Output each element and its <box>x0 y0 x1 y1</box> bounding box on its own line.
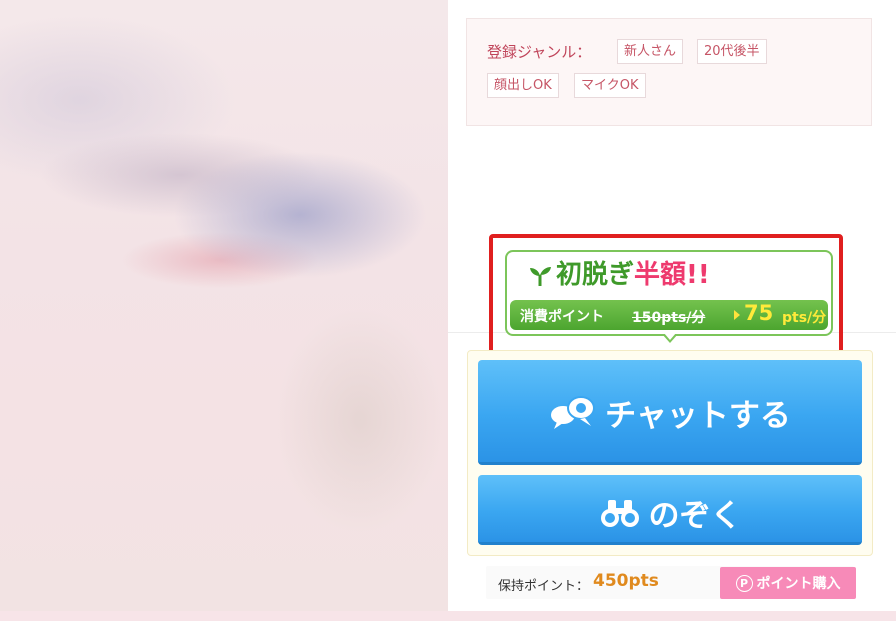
points-p-icon: P <box>735 574 753 592</box>
promo-highlight-outline <box>489 234 843 354</box>
chat-button[interactable]: チャットする <box>478 360 862 465</box>
blurred-video-preview <box>0 0 448 611</box>
peek-button-label: のぞく <box>648 498 742 534</box>
genre-tag-mic-ok[interactable]: マイクOK <box>574 73 646 98</box>
chat-button-label: チャットする <box>605 398 791 434</box>
genre-label: 登録ジャンル： <box>487 43 592 61</box>
buy-points-label: ポイント購入 <box>756 576 841 592</box>
peek-button[interactable]: のぞく <box>478 475 862 545</box>
buy-points-button[interactable]: P ポイント購入 <box>720 567 856 599</box>
genre-tag-late-20s[interactable]: 20代後半 <box>697 39 767 64</box>
genre-tag-face-ok[interactable]: 顔出しOK <box>487 73 559 98</box>
binoculars-icon <box>600 499 639 527</box>
genre-box: 登録ジャンル： 新人さん 20代後半 顔出しOK マイクOK <box>466 18 872 126</box>
genre-tag-newcomer[interactable]: 新人さん <box>617 39 684 64</box>
chat-bubbles-icon <box>551 395 596 429</box>
held-points-label: 保持ポイント： <box>498 579 590 594</box>
held-points-value: 450pts <box>593 571 659 591</box>
bottom-strip <box>0 611 896 621</box>
performer-side-panel: 登録ジャンル： 新人さん 20代後半 顔出しOK マイクOK 初脱ぎ半額!! 消… <box>448 0 896 611</box>
